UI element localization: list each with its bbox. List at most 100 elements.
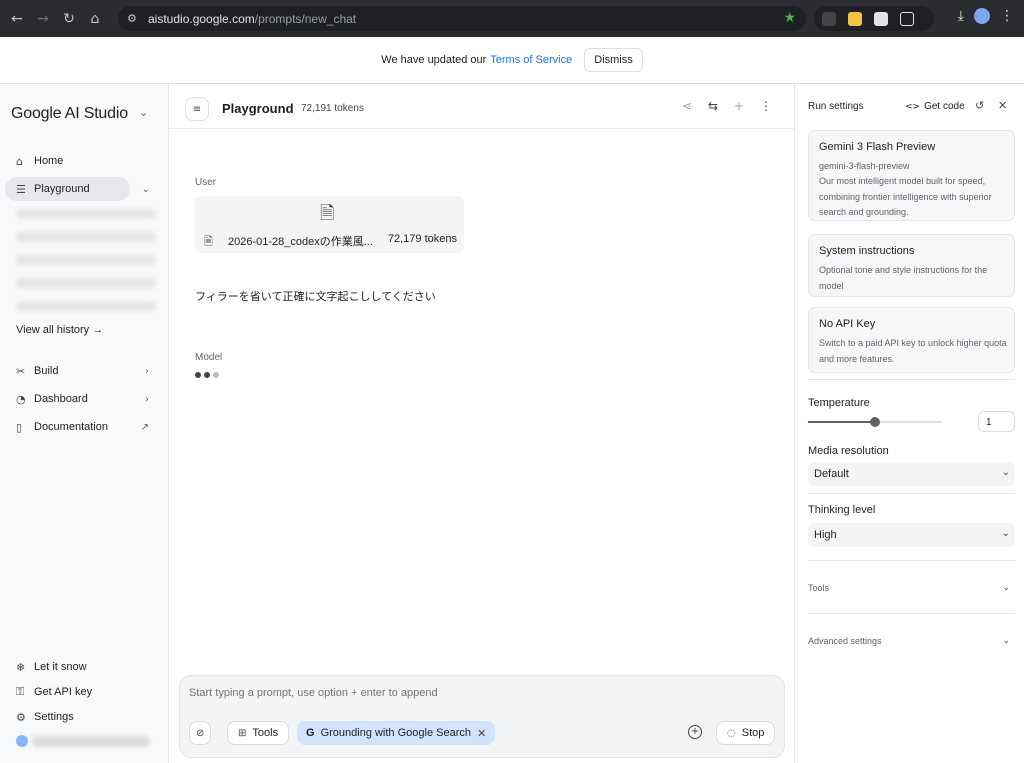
home-icon[interactable]: ⌂ bbox=[84, 8, 106, 30]
api-key-title: No API Key bbox=[819, 318, 876, 330]
chat-header: ≡ Playground 72,191 tokens ⋖ ⇆ + ⋮ bbox=[169, 84, 794, 129]
url-text: aistudio.google.com/prompts/new_chat bbox=[148, 11, 357, 26]
api-key-card[interactable]: No API Key Switch to a paid API key to u… bbox=[808, 307, 1015, 373]
advanced-settings-label: Advanced settings bbox=[808, 636, 882, 646]
chevron-right-icon: › bbox=[145, 365, 149, 377]
divider bbox=[808, 613, 1015, 614]
history-item[interactable] bbox=[16, 232, 156, 242]
close-icon[interactable]: ✕ bbox=[477, 727, 486, 740]
sidebar-item-label: Dashboard bbox=[34, 393, 88, 405]
chat-list-icon: ☰ bbox=[16, 182, 26, 196]
share-icon[interactable]: ⋖ bbox=[682, 99, 692, 113]
forward-icon[interactable]: → bbox=[32, 8, 54, 30]
plus-icon[interactable]: + bbox=[734, 99, 744, 113]
sidebar-item-documentation[interactable]: ▯ Documentation ↗ bbox=[5, 415, 157, 439]
sidebar-item-get-api-key[interactable]: ⚿ Get API key bbox=[5, 680, 157, 704]
sidebar-item-label: Documentation bbox=[34, 421, 108, 433]
extension-icon[interactable] bbox=[848, 11, 862, 26]
banner-text: We have updated our bbox=[381, 54, 487, 66]
spinner-icon: ◌ bbox=[727, 727, 736, 739]
media-resolution-value: Default bbox=[814, 468, 849, 480]
model-description: Our most intelligent model built for spe… bbox=[819, 176, 992, 217]
media-resolution-select[interactable]: Default ⌄ bbox=[808, 462, 1015, 486]
more-vert-icon[interactable]: ⋮ bbox=[760, 99, 772, 113]
history-item[interactable] bbox=[16, 209, 156, 219]
system-instructions-title: System instructions bbox=[819, 245, 915, 257]
view-all-history-link[interactable]: View all history → bbox=[16, 324, 103, 336]
toggle-sidebar-button[interactable]: ≡ bbox=[185, 97, 209, 121]
download-icon[interactable]: ⤓ bbox=[958, 8, 964, 24]
history-item[interactable] bbox=[16, 255, 156, 265]
sidebar-item-build[interactable]: ✂ Build › bbox=[5, 359, 157, 383]
link-off-icon: ⊘ bbox=[196, 727, 205, 739]
chevron-down-icon[interactable]: ⌄ bbox=[139, 106, 148, 119]
sidebar-item-dashboard[interactable]: ◔ Dashboard › bbox=[5, 387, 157, 411]
history-item[interactable] bbox=[16, 301, 156, 311]
document-small-icon: 🗎 bbox=[204, 235, 213, 248]
link-off-button[interactable]: ⊘ bbox=[189, 721, 212, 745]
sidebar-item-home[interactable]: ⌂ Home bbox=[5, 149, 157, 173]
reset-icon[interactable]: ↺ bbox=[975, 99, 984, 112]
site-settings-icon[interactable]: ⚙ bbox=[127, 12, 141, 25]
bookmark-star-icon[interactable]: ★ bbox=[783, 10, 796, 26]
temperature-slider-handle[interactable] bbox=[870, 417, 880, 427]
prompt-composer: Start typing a prompt, use option + ente… bbox=[179, 675, 785, 758]
user-role-label: User bbox=[195, 177, 217, 188]
profile-avatar[interactable] bbox=[974, 8, 990, 24]
temperature-slider-fill bbox=[808, 421, 875, 423]
divider bbox=[808, 560, 1015, 561]
tools-grid-icon: ⊞ bbox=[238, 727, 247, 739]
token-count: 72,191 tokens bbox=[301, 103, 364, 114]
grounding-chip[interactable]: G Grounding with Google Search ✕ bbox=[297, 721, 496, 745]
menu-icon[interactable]: ⋮ bbox=[1000, 8, 1014, 24]
gear-icon: ⚙ bbox=[16, 710, 26, 724]
tools-section-toggle[interactable]: Tools ⌄ bbox=[808, 583, 1015, 593]
extensions-area bbox=[814, 6, 934, 31]
thinking-level-value: High bbox=[814, 529, 837, 541]
divider bbox=[808, 379, 1015, 380]
book-icon: ▯ bbox=[16, 420, 23, 434]
sidebar-item-let-it-snow[interactable]: ❄ Let it snow bbox=[5, 655, 157, 679]
temperature-slider[interactable] bbox=[808, 417, 942, 427]
thinking-level-select[interactable]: High ⌄ bbox=[808, 523, 1015, 547]
tools-label: Tools bbox=[252, 727, 279, 739]
sidebar-item-playground[interactable]: ☰ Playground ⌄ bbox=[5, 177, 150, 201]
tools-button[interactable]: ⊞ Tools bbox=[227, 721, 290, 745]
model-selector-card[interactable]: Gemini 3 Flash Preview gemini-3-flash-pr… bbox=[808, 130, 1015, 221]
tools-section-label: Tools bbox=[808, 583, 830, 593]
advanced-settings-toggle[interactable]: Advanced settings ⌄ bbox=[808, 636, 1015, 646]
chevron-right-icon: › bbox=[145, 393, 149, 405]
chevron-down-icon[interactable]: ⌄ bbox=[142, 184, 150, 195]
avatar[interactable] bbox=[16, 735, 28, 747]
stop-button[interactable]: ◌ Stop bbox=[716, 721, 776, 745]
address-bar[interactable]: ⚙ aistudio.google.com/prompts/new_chat ★ bbox=[118, 6, 806, 31]
user-prompt-text: フィラーを省いて正確に文字起こししてください bbox=[195, 290, 436, 303]
history-item[interactable] bbox=[16, 278, 156, 288]
puzzle-icon[interactable] bbox=[900, 11, 914, 26]
terms-link[interactable]: Terms of Service bbox=[490, 54, 572, 66]
account-email-redacted[interactable] bbox=[32, 736, 150, 747]
loading-dots bbox=[195, 372, 219, 378]
run-settings-panel: Run settings <> Get code ↺ ✕ Gemini 3 Fla… bbox=[794, 84, 1024, 763]
api-key-desc: Switch to a paid API key to unlock highe… bbox=[819, 338, 1007, 364]
home-icon: ⌂ bbox=[16, 154, 23, 168]
back-icon[interactable]: ← bbox=[6, 8, 28, 30]
extension-icon[interactable] bbox=[874, 11, 888, 26]
add-circle-icon[interactable]: + bbox=[688, 725, 702, 739]
sidebar-item-settings[interactable]: ⚙ Settings bbox=[5, 705, 157, 729]
file-attachment[interactable]: 🗎 🗎 2026-01-28_codexの作業風... 72,179 token… bbox=[195, 196, 464, 253]
grounding-label: Grounding with Google Search bbox=[320, 727, 471, 739]
system-instructions-card[interactable]: System instructions Optional tone and st… bbox=[808, 234, 1015, 297]
get-code-button[interactable]: <> Get code bbox=[905, 101, 965, 112]
model-name: Gemini 3 Flash Preview bbox=[819, 141, 936, 153]
chevron-down-icon: ⌄ bbox=[1002, 583, 1010, 593]
extension-icon[interactable] bbox=[822, 11, 836, 26]
reload-icon[interactable]: ↻ bbox=[58, 8, 80, 30]
compare-icon[interactable]: ⇆ bbox=[708, 99, 718, 113]
prompt-input[interactable]: Start typing a prompt, use option + ente… bbox=[189, 687, 438, 699]
external-link-icon: ↗ bbox=[140, 421, 149, 433]
close-icon[interactable]: ✕ bbox=[998, 99, 1007, 112]
temperature-input[interactable]: 1 bbox=[978, 411, 1015, 432]
dismiss-button[interactable]: Dismiss bbox=[584, 48, 643, 72]
chevron-down-icon: ⌄ bbox=[1001, 528, 1010, 539]
